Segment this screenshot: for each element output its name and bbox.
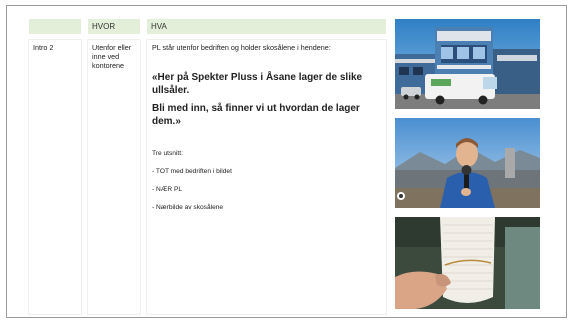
location-text: Utenfor eller inne ved kontorene — [92, 43, 132, 70]
quote-line-2: Bli med inn, så finner vi ut hvordan de … — [152, 103, 360, 127]
photo-building-with-van — [395, 19, 540, 109]
cell-content: PL står utenfor bedriften og holder skos… — [147, 40, 386, 314]
cell-location: Utenfor eller inne ved kontorene — [88, 40, 140, 314]
excerpt-item: - TOT med bedriften i bildet — [152, 168, 232, 175]
scene-description: PL står utenfor bedriften og holder skos… — [152, 43, 331, 52]
header-cell-hva: HVA — [147, 19, 386, 34]
photo-reporter-with-microphone — [395, 118, 540, 208]
slide: HVOR HVA Intro 2 Utenfor eller inne ved … — [6, 5, 567, 318]
quote-line-1: «Her på Spekter Pluss i Åsane lager de s… — [152, 72, 363, 96]
excerpt-item: - Nærbilde av skosålene — [152, 204, 224, 211]
excerpt-item: - NÆR PL — [152, 186, 183, 193]
cell-scene: Intro 2 — [29, 40, 81, 314]
scene-label: Intro 2 — [33, 43, 54, 52]
header-cell-empty — [29, 19, 81, 34]
photo-shoe-sole-closeup — [395, 217, 540, 309]
excerpts-title: Tre utsnitt: — [152, 150, 183, 157]
header-cell-hvor: HVOR — [88, 19, 140, 34]
